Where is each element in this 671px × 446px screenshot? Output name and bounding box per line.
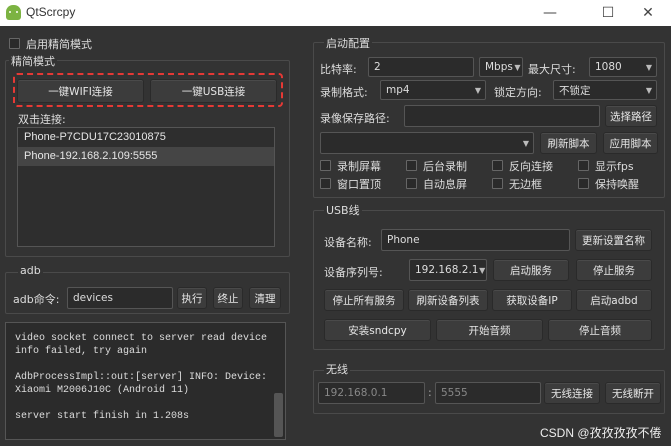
- start-config-group-title: 启动配置: [324, 35, 372, 51]
- bitrate-label: 比特率:: [320, 63, 357, 76]
- bitrate-unit-select[interactable]: Mbps ▼: [479, 57, 523, 77]
- install-sndcpy-button[interactable]: 安装sndcpy: [324, 319, 431, 341]
- simple-mode-checkbox[interactable]: [9, 38, 20, 49]
- refresh-script-button[interactable]: 刷新脚本: [540, 132, 597, 154]
- simple-mode-checkbox-label: 启用精简模式: [26, 38, 92, 51]
- window-on-top-checkbox[interactable]: [320, 178, 331, 189]
- log-text: video socket connect to server read devi…: [15, 333, 268, 422]
- csdn-watermark: CSDN @孜孜孜孜不倦: [540, 426, 662, 440]
- wireless-port-input[interactable]: 5555: [435, 382, 541, 404]
- android-app-icon: [6, 5, 21, 20]
- bitrate-input[interactable]: 2: [368, 57, 474, 77]
- execute-button[interactable]: 执行: [177, 287, 207, 309]
- lock-orientation-value: 不锁定: [559, 84, 591, 97]
- device-list[interactable]: Phone-P7CDU17C23010875 Phone-192.168.2.1…: [17, 127, 275, 247]
- wireless-ip-input[interactable]: 192.168.0.1: [318, 382, 425, 404]
- record-format-value: mp4: [386, 84, 410, 96]
- max-size-select[interactable]: 1080 ▼: [589, 57, 657, 77]
- script-select[interactable]: ▼: [320, 132, 534, 154]
- start-service-button[interactable]: 启动服务: [493, 259, 569, 281]
- stop-audio-button[interactable]: 停止音频: [548, 319, 652, 341]
- apply-script-button[interactable]: 应用脚本: [603, 132, 658, 154]
- frameless-checkbox[interactable]: [492, 178, 503, 189]
- record-screen-label: 录制屏幕: [337, 160, 381, 173]
- get-device-ip-button[interactable]: 获取设备IP: [492, 289, 572, 311]
- bitrate-unit-value: Mbps: [485, 61, 513, 73]
- close-button[interactable]: ✕: [625, 0, 671, 26]
- record-format-label: 录制格式:: [320, 86, 368, 99]
- usb-connect-button[interactable]: 一键USB连接: [150, 79, 277, 103]
- auto-screen-off-label: 自动息屏: [423, 178, 467, 191]
- minimize-button[interactable]: —: [527, 0, 573, 26]
- frameless-label: 无边框: [509, 178, 542, 191]
- stop-service-button[interactable]: 停止服务: [576, 259, 652, 281]
- reverse-connect-checkbox[interactable]: [492, 160, 503, 171]
- lock-orientation-label: 锁定方向:: [494, 86, 542, 99]
- background-record-label: 后台录制: [423, 160, 467, 173]
- terminate-button[interactable]: 终止: [213, 287, 243, 309]
- record-screen-checkbox[interactable]: [320, 160, 331, 171]
- record-format-select[interactable]: mp4 ▼: [380, 80, 486, 100]
- colon-separator: :: [428, 386, 432, 399]
- simple-mode-group-title: 精简模式: [9, 53, 57, 69]
- device-name-input[interactable]: Phone: [381, 229, 570, 251]
- wireless-disconnect-button[interactable]: 无线断开: [605, 382, 661, 404]
- log-output[interactable]: video socket connect to server read devi…: [5, 322, 286, 440]
- background-record-checkbox[interactable]: [406, 160, 417, 171]
- record-path-input[interactable]: [404, 105, 600, 127]
- usb-group-title: USB线: [324, 202, 362, 218]
- double-click-label: 双击连接:: [18, 113, 66, 126]
- chevron-down-icon: ▼: [645, 85, 653, 95]
- update-name-button[interactable]: 更新设置名称: [575, 229, 652, 251]
- chevron-down-icon: ▼: [479, 265, 486, 275]
- clear-button[interactable]: 清理: [249, 287, 281, 309]
- adb-command-label: adb命令:: [13, 293, 60, 306]
- lock-orientation-select[interactable]: 不锁定 ▼: [553, 80, 657, 100]
- record-path-label: 录像保存路径:: [320, 112, 390, 125]
- serial-value: 192.168.2.1: [415, 264, 479, 276]
- show-fps-label: 显示fps: [595, 160, 634, 173]
- chevron-down-icon: ▼: [474, 85, 482, 95]
- chevron-down-icon: ▼: [645, 62, 653, 72]
- device-name-label: 设备名称:: [324, 236, 372, 249]
- stay-awake-label: 保持唤醒: [595, 178, 639, 191]
- device-list-item[interactable]: Phone-192.168.2.109:5555: [18, 147, 274, 166]
- adb-group-title: adb: [18, 264, 43, 277]
- refresh-device-list-button[interactable]: 刷新设备列表: [408, 289, 488, 311]
- wireless-group-title: 无线: [324, 361, 350, 377]
- stay-awake-checkbox[interactable]: [578, 178, 589, 189]
- show-fps-checkbox[interactable]: [578, 160, 589, 171]
- start-adbd-button[interactable]: 启动adbd: [576, 289, 652, 311]
- wireless-connect-button[interactable]: 无线连接: [544, 382, 600, 404]
- stop-all-services-button[interactable]: 停止所有服务: [324, 289, 404, 311]
- window-title: QtScrcpy: [26, 5, 76, 19]
- title-bar: QtScrcpy — ☐ ✕: [0, 0, 671, 26]
- adb-command-input[interactable]: devices: [67, 287, 173, 309]
- chevron-down-icon: ▼: [522, 138, 530, 148]
- max-size-value: 1080: [595, 61, 622, 73]
- log-scrollbar[interactable]: [274, 393, 283, 437]
- select-path-button[interactable]: 选择路径: [605, 105, 657, 127]
- window-on-top-label: 窗口置顶: [337, 178, 381, 191]
- chevron-down-icon: ▼: [514, 62, 521, 72]
- device-list-item[interactable]: Phone-P7CDU17C23010875: [18, 128, 274, 147]
- start-audio-button[interactable]: 开始音频: [436, 319, 543, 341]
- serial-select[interactable]: 192.168.2.1 ▼: [409, 259, 487, 281]
- max-size-label: 最大尺寸:: [528, 63, 576, 76]
- wifi-connect-button[interactable]: 一键WIFI连接: [17, 79, 144, 103]
- reverse-connect-label: 反向连接: [509, 160, 553, 173]
- auto-screen-off-checkbox[interactable]: [406, 178, 417, 189]
- serial-label: 设备序列号:: [324, 266, 383, 279]
